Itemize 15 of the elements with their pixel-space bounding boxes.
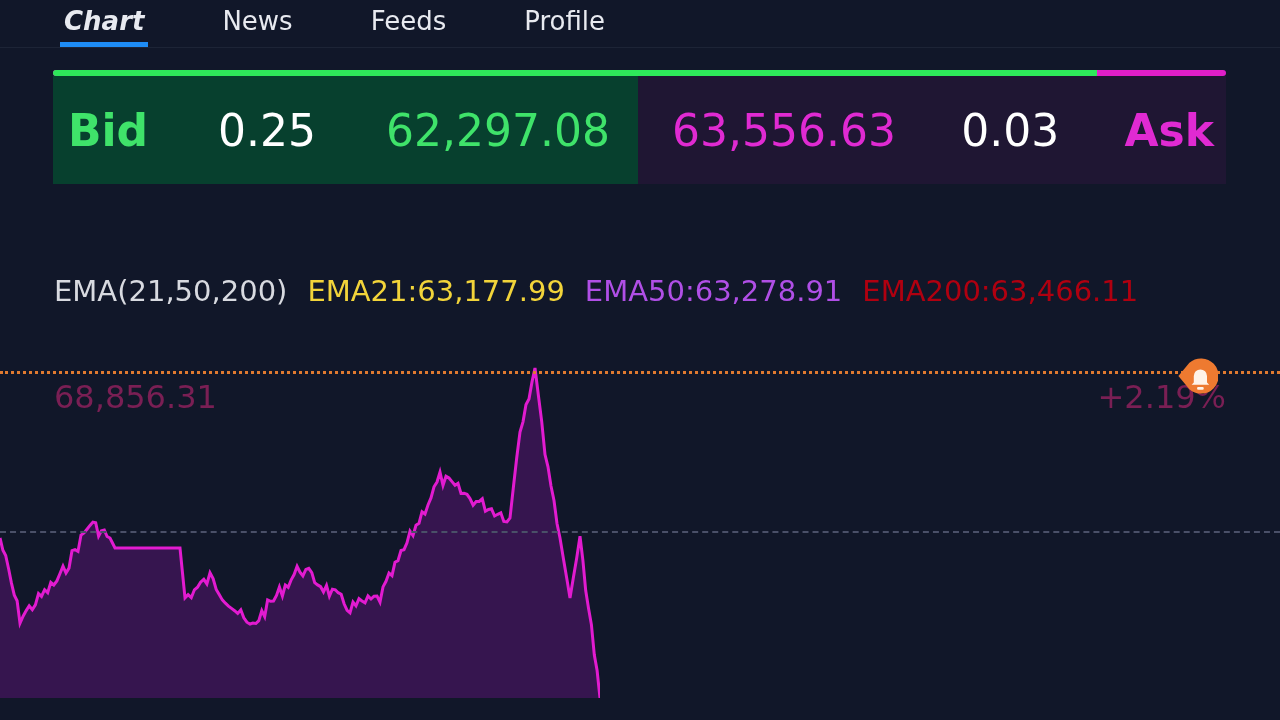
indicator-label: EMA(21,50,200) xyxy=(54,274,288,308)
nav-tab[interactable]: Feeds xyxy=(366,6,451,47)
bid-size: 0.25 xyxy=(218,104,317,156)
nav-tab[interactable]: Chart xyxy=(60,6,149,47)
indicator-value: EMA21:63,177.99 xyxy=(307,274,565,308)
nav-tab[interactable]: Profile xyxy=(520,6,610,47)
indicator-value: EMA50:63,278.91 xyxy=(584,274,843,308)
indicator-value: EMA200:63,466.11 xyxy=(862,274,1139,308)
nav-tab[interactable]: News xyxy=(218,6,297,47)
ask-price: 63,556.63 xyxy=(672,104,896,156)
high-price-label: 68,856.31 xyxy=(54,378,217,416)
bid-label: Bid xyxy=(68,104,149,156)
bid-price: 62,297.08 xyxy=(386,104,610,156)
ask-size: 0.03 xyxy=(961,104,1060,156)
ask-label: Ask xyxy=(1124,104,1214,156)
